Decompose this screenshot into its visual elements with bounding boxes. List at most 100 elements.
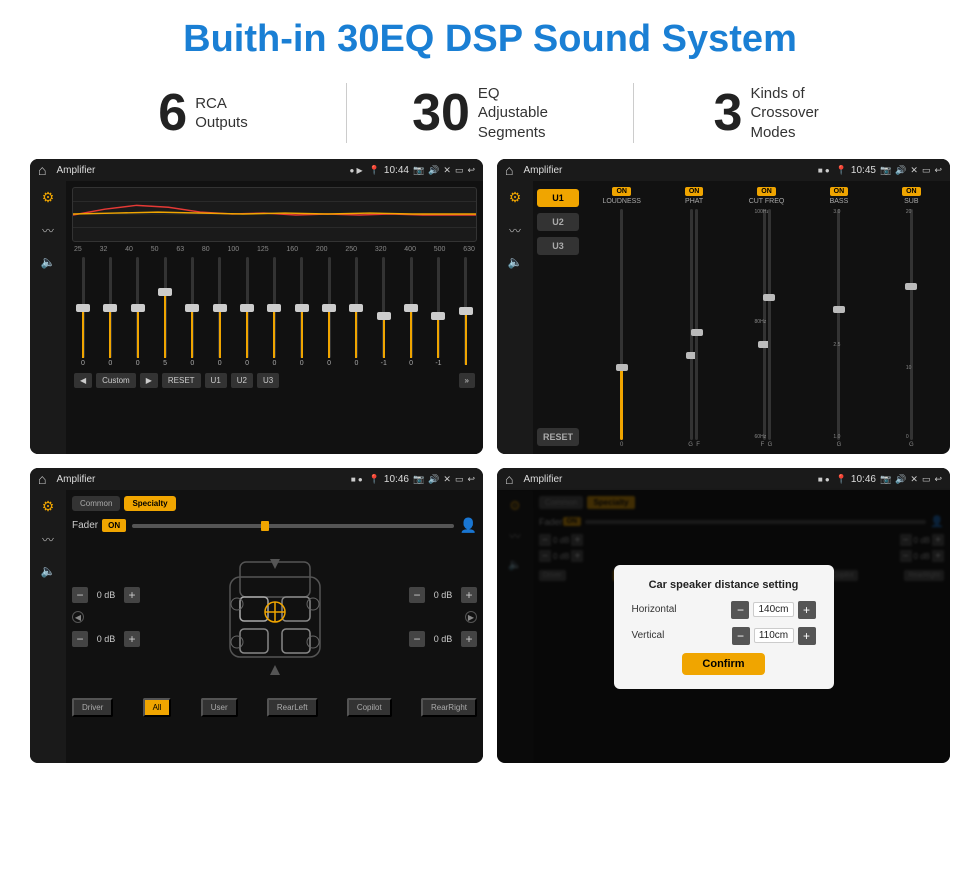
eq-u1-btn[interactable]: U1 xyxy=(205,373,227,388)
xo-phat-on[interactable]: ON xyxy=(685,187,704,196)
eq-slider-6[interactable]: 0 xyxy=(211,257,229,367)
xo-sub-on[interactable]: ON xyxy=(902,187,921,196)
xo-loudness-on[interactable]: ON xyxy=(612,187,631,196)
dialog-volume-icon: 🔊 xyxy=(895,474,906,485)
dialog-horizontal-minus[interactable]: − xyxy=(731,601,749,619)
eq-slider-12[interactable]: -1 xyxy=(375,257,393,367)
xo-cutfreq-on[interactable]: ON xyxy=(757,187,776,196)
eq-slider-4[interactable]: 5 xyxy=(156,257,174,367)
eq-slider-7[interactable]: 0 xyxy=(238,257,256,367)
fader-rearleft-btn[interactable]: RearLeft xyxy=(267,698,318,717)
eq-slider-11[interactable]: 0 xyxy=(347,257,365,367)
fader-fr-minus[interactable]: − xyxy=(409,587,425,603)
xo-reset-btn[interactable]: RESET xyxy=(537,428,579,446)
eq-home-icon[interactable]: ⌂ xyxy=(38,162,46,178)
freq-160: 160 xyxy=(286,246,298,253)
eq-thumb-14[interactable] xyxy=(431,312,445,320)
fader-rearright-btn[interactable]: RearRight xyxy=(421,698,477,717)
eq-thumb-4[interactable] xyxy=(158,288,172,296)
fader-title: Amplifier xyxy=(56,474,344,485)
eq-custom-btn[interactable]: Custom xyxy=(96,373,136,388)
eq-thumb-1[interactable] xyxy=(76,304,90,312)
fader-fl-plus[interactable]: + xyxy=(124,587,140,603)
fader-all-btn[interactable]: All xyxy=(143,698,172,717)
dialog-back-icon[interactable]: ↩ xyxy=(934,474,942,485)
eq-thumb-3[interactable] xyxy=(131,304,145,312)
fader-rr-plus[interactable]: + xyxy=(461,631,477,647)
fader-copilot-btn[interactable]: Copilot xyxy=(347,698,392,717)
fader-rl-plus[interactable]: + xyxy=(124,631,140,647)
xo-back-icon[interactable]: ↩ xyxy=(934,165,942,176)
fader-tab-common[interactable]: Common xyxy=(72,496,120,511)
xo-wave-icon[interactable]: 〰 xyxy=(509,222,521,239)
fader-home-icon[interactable]: ⌂ xyxy=(38,471,46,487)
eq-slider-13[interactable]: 0 xyxy=(402,257,420,367)
eq-thumb-6[interactable] xyxy=(213,304,227,312)
eq-thumb-13[interactable] xyxy=(404,304,418,312)
fader-tab-specialty[interactable]: Specialty xyxy=(124,496,175,511)
dialog-horizontal-stepper[interactable]: − 140cm + xyxy=(731,601,815,619)
eq-slider-15[interactable] xyxy=(457,257,475,367)
eq-thumb-11[interactable] xyxy=(349,304,363,312)
eq-prev-btn[interactable]: ◀ xyxy=(74,373,92,388)
eq-thumb-9[interactable] xyxy=(295,304,309,312)
eq-thumb-10[interactable] xyxy=(322,304,336,312)
fader-tune-icon[interactable]: ⚙ xyxy=(42,498,55,515)
eq-slider-5[interactable]: 0 xyxy=(183,257,201,367)
xo-home-icon[interactable]: ⌂ xyxy=(505,162,513,178)
xo-u2-btn[interactable]: U2 xyxy=(537,213,579,231)
fader-wave-icon[interactable]: 〰 xyxy=(42,531,54,548)
dialog-horizontal-plus[interactable]: + xyxy=(798,601,816,619)
fader-rr-minus[interactable]: − xyxy=(409,631,425,647)
dialog-vertical-stepper[interactable]: − 110cm + xyxy=(732,627,816,645)
eq-u2-btn[interactable]: U2 xyxy=(231,373,253,388)
eq-play-btn[interactable]: ▶ xyxy=(140,373,158,388)
dialog-vertical-minus[interactable]: − xyxy=(732,627,750,645)
xo-bass-on[interactable]: ON xyxy=(830,187,849,196)
xo-speaker-icon[interactable]: 🔈 xyxy=(508,255,523,269)
fader-time: 10:46 xyxy=(384,474,409,485)
fader-camera-icon: 📷 xyxy=(413,474,424,485)
xo-tune-icon[interactable]: ⚙ xyxy=(509,189,522,206)
fader-volume-icon: 🔊 xyxy=(428,474,439,485)
fader-fr-plus[interactable]: + xyxy=(461,587,477,603)
eq-slider-14[interactable]: -1 xyxy=(429,257,447,367)
dialog-dots: ■ ● xyxy=(818,475,830,484)
eq-slider-10[interactable]: 0 xyxy=(320,257,338,367)
eq-tune-icon[interactable]: ⚙ xyxy=(42,189,55,206)
dialog-vertical-plus[interactable]: + xyxy=(798,627,816,645)
eq-fill-12 xyxy=(383,316,385,358)
eq-thumb-5[interactable] xyxy=(185,304,199,312)
fader-on-btn[interactable]: ON xyxy=(102,519,126,532)
dialog-home-icon[interactable]: ⌂ xyxy=(505,471,513,487)
eq-thumb-7[interactable] xyxy=(240,304,254,312)
eq-wave-icon[interactable]: 〰 xyxy=(42,222,54,239)
back-icon[interactable]: ↩ xyxy=(467,165,475,176)
eq-expand-btn[interactable]: » xyxy=(459,373,475,388)
fader-user-btn[interactable]: User xyxy=(201,698,238,717)
eq-u3-btn[interactable]: U3 xyxy=(257,373,279,388)
eq-slider-2[interactable]: 0 xyxy=(101,257,119,367)
xo-u3-btn[interactable]: U3 xyxy=(537,237,579,255)
eq-slider-9[interactable]: 0 xyxy=(293,257,311,367)
fader-label: Fader xyxy=(72,520,98,531)
dialog-confirm-btn[interactable]: Confirm xyxy=(682,653,764,675)
fader-driver-btn[interactable]: Driver xyxy=(72,698,113,717)
xo-bass: ON BASS 3.0 2.5 1.0 G xyxy=(804,187,873,448)
eq-thumb-2[interactable] xyxy=(103,304,117,312)
fader-rl-minus[interactable]: − xyxy=(72,631,88,647)
eq-thumb-12[interactable] xyxy=(377,312,391,320)
fader-back-icon[interactable]: ↩ xyxy=(467,474,475,485)
fader-fl-minus[interactable]: − xyxy=(72,587,88,603)
eq-slider-3[interactable]: 0 xyxy=(129,257,147,367)
eq-slider-1[interactable]: 0 xyxy=(74,257,92,367)
eq-thumb-8[interactable] xyxy=(267,304,281,312)
eq-thumb-15[interactable] xyxy=(459,307,473,315)
eq-speaker-icon[interactable]: 🔈 xyxy=(41,255,56,269)
eq-reset-btn[interactable]: RESET xyxy=(162,373,201,388)
xo-u1-btn[interactable]: U1 xyxy=(537,189,579,207)
xo-loudness-label: LOUDNESS xyxy=(602,198,641,205)
fader-status-icons: 📍 10:46 📷 🔊 ✕ ▭ ↩ xyxy=(369,474,475,485)
eq-slider-8[interactable]: 0 xyxy=(265,257,283,367)
fader-speaker-icon[interactable]: 🔈 xyxy=(41,564,56,578)
